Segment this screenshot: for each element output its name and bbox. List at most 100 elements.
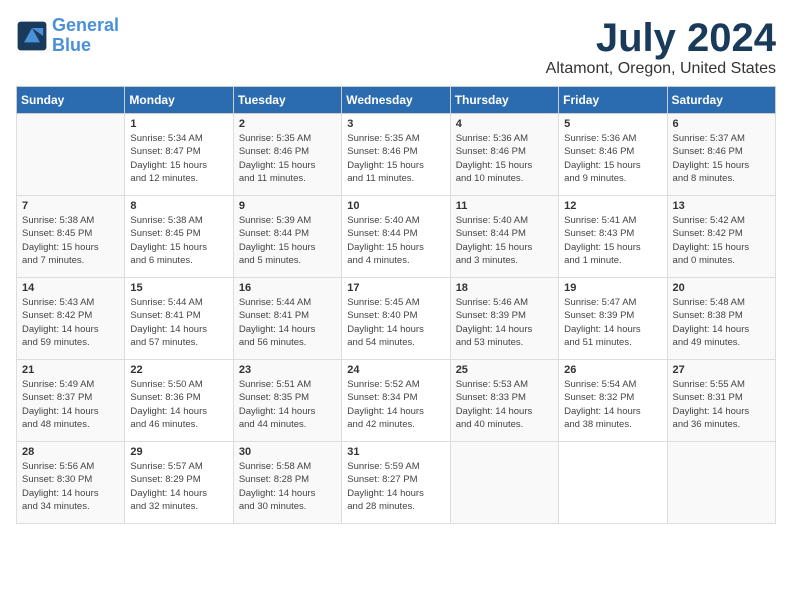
day-number: 24	[347, 364, 444, 376]
day-cell: 31 Sunrise: 5:59 AM Sunset: 8:27 PM Dayli…	[342, 442, 450, 524]
day-cell: 27 Sunrise: 5:55 AM Sunset: 8:31 PM Dayli…	[667, 360, 775, 442]
day-info: Sunrise: 5:39 AM Sunset: 8:44 PM Dayligh…	[239, 214, 336, 267]
day-number: 30	[239, 446, 336, 458]
day-cell: 16 Sunrise: 5:44 AM Sunset: 8:41 PM Dayli…	[233, 278, 341, 360]
day-cell	[17, 114, 125, 196]
day-info: Sunrise: 5:44 AM Sunset: 8:41 PM Dayligh…	[130, 296, 227, 349]
day-info: Sunrise: 5:53 AM Sunset: 8:33 PM Dayligh…	[456, 378, 553, 431]
day-cell: 4Sunrise: 5:36 AM Sunset: 8:46 PM Daylig…	[450, 114, 558, 196]
logo-line2: Blue	[52, 35, 91, 55]
calendar-table: SundayMondayTuesdayWednesdayThursdayFrid…	[16, 86, 776, 524]
day-cell: 23 Sunrise: 5:51 AM Sunset: 8:35 PM Dayli…	[233, 360, 341, 442]
day-info: Sunrise: 5:42 AM Sunset: 8:42 PM Dayligh…	[673, 214, 770, 267]
header-cell-monday: Monday	[125, 87, 233, 114]
day-cell: 24 Sunrise: 5:52 AM Sunset: 8:34 PM Dayli…	[342, 360, 450, 442]
day-number: 29	[130, 446, 227, 458]
day-number: 18	[456, 282, 553, 294]
day-cell: 8 Sunrise: 5:38 AM Sunset: 8:45 PM Daylig…	[125, 196, 233, 278]
day-number: 28	[22, 446, 119, 458]
day-info: Sunrise: 5:47 AM Sunset: 8:39 PM Dayligh…	[564, 296, 661, 349]
day-number: 10	[347, 200, 444, 212]
day-cell: 5Sunrise: 5:36 AM Sunset: 8:46 PM Daylig…	[559, 114, 667, 196]
day-number: 21	[22, 364, 119, 376]
day-info: Sunrise: 5:37 AM Sunset: 8:46 PM Dayligh…	[673, 132, 770, 185]
header-cell-wednesday: Wednesday	[342, 87, 450, 114]
day-info: Sunrise: 5:52 AM Sunset: 8:34 PM Dayligh…	[347, 378, 444, 431]
day-cell: 7 Sunrise: 5:38 AM Sunset: 8:45 PM Daylig…	[17, 196, 125, 278]
day-info: Sunrise: 5:48 AM Sunset: 8:38 PM Dayligh…	[673, 296, 770, 349]
day-info: Sunrise: 5:38 AM Sunset: 8:45 PM Dayligh…	[22, 214, 119, 267]
day-number: 16	[239, 282, 336, 294]
day-cell: 25 Sunrise: 5:53 AM Sunset: 8:33 PM Dayli…	[450, 360, 558, 442]
day-number: 2	[239, 118, 336, 130]
day-number: 26	[564, 364, 661, 376]
day-number: 27	[673, 364, 770, 376]
day-cell: 20 Sunrise: 5:48 AM Sunset: 8:38 PM Dayli…	[667, 278, 775, 360]
day-cell: 17Sunrise: 5:45 AM Sunset: 8:40 PM Dayli…	[342, 278, 450, 360]
day-info: Sunrise: 5:35 AM Sunset: 8:46 PM Dayligh…	[347, 132, 444, 185]
day-cell: 3 Sunrise: 5:35 AM Sunset: 8:46 PM Daylig…	[342, 114, 450, 196]
day-cell: 14Sunrise: 5:43 AM Sunset: 8:42 PM Dayli…	[17, 278, 125, 360]
day-number: 13	[673, 200, 770, 212]
day-number: 1	[130, 118, 227, 130]
day-number: 5	[564, 118, 661, 130]
day-cell: 11 Sunrise: 5:40 AM Sunset: 8:44 PM Dayli…	[450, 196, 558, 278]
day-number: 19	[564, 282, 661, 294]
day-info: Sunrise: 5:40 AM Sunset: 8:44 PM Dayligh…	[347, 214, 444, 267]
day-info: Sunrise: 5:45 AM Sunset: 8:40 PM Dayligh…	[347, 296, 444, 349]
day-number: 8	[130, 200, 227, 212]
day-cell	[667, 442, 775, 524]
week-row-1: 1Sunrise: 5:34 AM Sunset: 8:47 PM Daylig…	[17, 114, 776, 196]
day-info: Sunrise: 5:41 AM Sunset: 8:43 PM Dayligh…	[564, 214, 661, 267]
day-number: 7	[22, 200, 119, 212]
day-number: 12	[564, 200, 661, 212]
week-row-2: 7 Sunrise: 5:38 AM Sunset: 8:45 PM Daylig…	[17, 196, 776, 278]
logo-line1: General	[52, 15, 119, 35]
header-cell-tuesday: Tuesday	[233, 87, 341, 114]
day-info: Sunrise: 5:46 AM Sunset: 8:39 PM Dayligh…	[456, 296, 553, 349]
day-cell: 12 Sunrise: 5:41 AM Sunset: 8:43 PM Dayli…	[559, 196, 667, 278]
day-number: 31	[347, 446, 444, 458]
header-cell-friday: Friday	[559, 87, 667, 114]
day-cell: 6Sunrise: 5:37 AM Sunset: 8:46 PM Daylig…	[667, 114, 775, 196]
header-cell-thursday: Thursday	[450, 87, 558, 114]
logo: General Blue	[16, 16, 119, 56]
day-info: Sunrise: 5:36 AM Sunset: 8:46 PM Dayligh…	[456, 132, 553, 185]
day-number: 15	[130, 282, 227, 294]
day-cell: 15 Sunrise: 5:44 AM Sunset: 8:41 PM Dayli…	[125, 278, 233, 360]
day-cell: 22Sunrise: 5:50 AM Sunset: 8:36 PM Dayli…	[125, 360, 233, 442]
day-info: Sunrise: 5:40 AM Sunset: 8:44 PM Dayligh…	[456, 214, 553, 267]
day-cell: 30Sunrise: 5:58 AM Sunset: 8:28 PM Dayli…	[233, 442, 341, 524]
day-info: Sunrise: 5:44 AM Sunset: 8:41 PM Dayligh…	[239, 296, 336, 349]
logo-text: General Blue	[52, 16, 119, 56]
day-cell: 26 Sunrise: 5:54 AM Sunset: 8:32 PM Dayli…	[559, 360, 667, 442]
day-info: Sunrise: 5:51 AM Sunset: 8:35 PM Dayligh…	[239, 378, 336, 431]
day-number: 3	[347, 118, 444, 130]
logo-icon	[16, 20, 48, 52]
day-cell	[450, 442, 558, 524]
week-row-4: 21 Sunrise: 5:49 AM Sunset: 8:37 PM Dayli…	[17, 360, 776, 442]
page-header: General Blue July 2024 Altamont, Oregon,…	[16, 16, 776, 78]
header-row: SundayMondayTuesdayWednesdayThursdayFrid…	[17, 87, 776, 114]
day-info: Sunrise: 5:49 AM Sunset: 8:37 PM Dayligh…	[22, 378, 119, 431]
day-cell	[559, 442, 667, 524]
day-info: Sunrise: 5:55 AM Sunset: 8:31 PM Dayligh…	[673, 378, 770, 431]
day-number: 11	[456, 200, 553, 212]
day-cell: 19 Sunrise: 5:47 AM Sunset: 8:39 PM Dayli…	[559, 278, 667, 360]
day-info: Sunrise: 5:38 AM Sunset: 8:45 PM Dayligh…	[130, 214, 227, 267]
day-info: Sunrise: 5:59 AM Sunset: 8:27 PM Dayligh…	[347, 460, 444, 513]
day-info: Sunrise: 5:57 AM Sunset: 8:29 PM Dayligh…	[130, 460, 227, 513]
day-cell: 21 Sunrise: 5:49 AM Sunset: 8:37 PM Dayli…	[17, 360, 125, 442]
day-info: Sunrise: 5:54 AM Sunset: 8:32 PM Dayligh…	[564, 378, 661, 431]
week-row-3: 14Sunrise: 5:43 AM Sunset: 8:42 PM Dayli…	[17, 278, 776, 360]
day-number: 20	[673, 282, 770, 294]
day-info: Sunrise: 5:56 AM Sunset: 8:30 PM Dayligh…	[22, 460, 119, 513]
day-cell: 13 Sunrise: 5:42 AM Sunset: 8:42 PM Dayli…	[667, 196, 775, 278]
day-cell: 18 Sunrise: 5:46 AM Sunset: 8:39 PM Dayli…	[450, 278, 558, 360]
day-cell: 28 Sunrise: 5:56 AM Sunset: 8:30 PM Dayli…	[17, 442, 125, 524]
day-info: Sunrise: 5:50 AM Sunset: 8:36 PM Dayligh…	[130, 378, 227, 431]
day-cell: 9Sunrise: 5:39 AM Sunset: 8:44 PM Daylig…	[233, 196, 341, 278]
day-number: 23	[239, 364, 336, 376]
day-cell: 10 Sunrise: 5:40 AM Sunset: 8:44 PM Dayli…	[342, 196, 450, 278]
day-number: 25	[456, 364, 553, 376]
